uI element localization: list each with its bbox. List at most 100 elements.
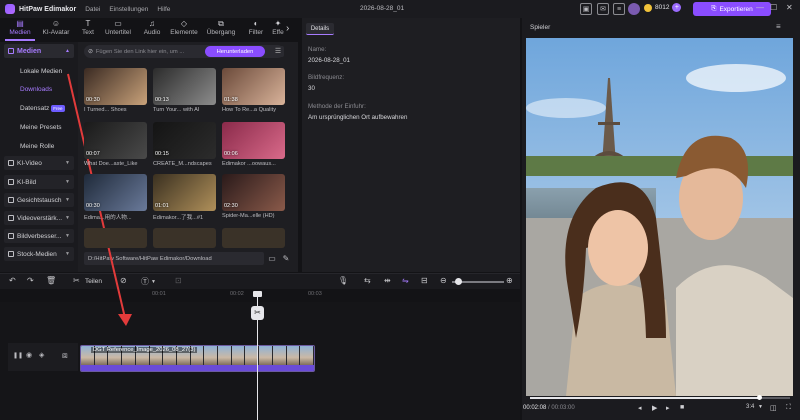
- detail-framerate-value: 30: [308, 85, 315, 92]
- fit-timeline-icon[interactable]: ⊟: [421, 276, 428, 285]
- menu-file[interactable]: Datei: [85, 6, 100, 13]
- link-clips-icon[interactable]: ⇆: [364, 276, 371, 285]
- ruler-tick-label: 00:03: [308, 291, 322, 297]
- thumbnail-duration: 00:06: [224, 151, 238, 157]
- clip-audio-bar: [81, 365, 314, 371]
- media-thumbnail[interactable]: 00:30: [84, 68, 147, 105]
- audio-mute-icon[interactable]: ◈: [39, 351, 44, 359]
- sidebar-item-local-media[interactable]: Lokale Medien: [20, 65, 62, 77]
- detail-import-label: Methode der Einfuhr:: [308, 103, 366, 110]
- stop-icon[interactable]: ■: [680, 404, 684, 411]
- text-to-speech-icon[interactable]: Ⓣ: [141, 276, 149, 287]
- thumbnail-caption: What Doe...aste_Like: [84, 161, 138, 167]
- thumbnail-duration: 01:38: [224, 97, 238, 103]
- media-thumbnail[interactable]: 02:30: [222, 174, 285, 211]
- credits-count: 8012: [655, 4, 670, 11]
- menu-help[interactable]: Hilfe: [157, 6, 170, 13]
- tab-subtitles[interactable]: ▭ Untertitel: [100, 18, 136, 40]
- media-thumbnail[interactable]: 01:01: [153, 174, 216, 211]
- magnet-icon[interactable]: ⇋: [402, 276, 409, 285]
- tab-media[interactable]: ▤ Medien: [2, 18, 38, 40]
- thumbnail-caption: Spider-Ma...elle (HD): [222, 213, 275, 219]
- add-credits-button[interactable]: +: [672, 3, 682, 12]
- coin-icon: [644, 3, 652, 12]
- sidebar-header-label: Medien: [17, 47, 42, 55]
- media-thumbnail[interactable]: 00:07: [84, 122, 147, 159]
- detail-framerate-label: Bildfrequenz:: [308, 74, 345, 81]
- sidebar-header-media[interactable]: Medien ▲: [4, 44, 74, 58]
- sidebar-item-my-role[interactable]: Meine Rolle: [20, 140, 54, 152]
- playhead-handle[interactable]: [253, 291, 262, 297]
- link-icon: ⊘: [88, 48, 93, 55]
- media-thumbnail[interactable]: 01:38: [222, 68, 285, 105]
- snap-icon[interactable]: ⇹: [384, 276, 391, 285]
- media-thumbnail[interactable]: 00:15: [153, 122, 216, 159]
- thumbnail-caption: How To Re...a Quality: [222, 107, 276, 113]
- close-icon[interactable]: ✕: [786, 3, 793, 12]
- timeline-ruler[interactable]: [80, 290, 520, 302]
- media-thumbnail[interactable]: 00:06: [222, 122, 285, 159]
- tabs-next-chevron-icon[interactable]: ›: [286, 23, 289, 34]
- pause-track-icon[interactable]: ❚❚: [13, 352, 23, 359]
- thumbnail-duration: 01:01: [155, 203, 169, 209]
- tab-transition[interactable]: ⧉ Übergang: [203, 18, 239, 40]
- sidebar-group-label: Videoverstärk...: [17, 214, 63, 222]
- list-view-icon[interactable]: ☰: [272, 46, 284, 57]
- detail-name-value: 2026-08-28_01: [308, 57, 350, 64]
- tab-audio[interactable]: ♫ Audio: [134, 18, 170, 40]
- thumbnail-caption: CREATE_M...ndscapes: [153, 161, 212, 167]
- menu-settings[interactable]: Einstellungen: [109, 6, 148, 13]
- media-thumbnail[interactable]: 00:13: [153, 68, 216, 105]
- media-thumbnail[interactable]: [153, 228, 216, 248]
- tab-details[interactable]: Details: [306, 23, 334, 35]
- mic-icon[interactable]: 🎙: [338, 276, 348, 285]
- cart-icon[interactable]: ▣: [580, 3, 592, 15]
- next-frame-icon[interactable]: ▸: [666, 404, 670, 412]
- clip-frame: [300, 346, 314, 367]
- fullscreen-icon[interactable]: ⛶: [786, 404, 791, 412]
- minimize-icon[interactable]: —: [756, 3, 764, 12]
- tab-ai-avatar-label: KI-Avatar: [42, 29, 70, 36]
- notes-icon[interactable]: ≡: [613, 3, 625, 15]
- media-thumbnail[interactable]: 00:30: [84, 174, 147, 211]
- detail-import-value: Am ursprünglichen Ort aufbewahren: [308, 114, 408, 121]
- timeline-clip[interactable]: DGT Reference_Image_2026_08_27(3): [80, 345, 315, 372]
- zoom-slider-handle[interactable]: [455, 278, 462, 285]
- tab-elements[interactable]: ◇ Elemente: [166, 18, 202, 40]
- play-icon[interactable]: ▶: [652, 404, 657, 412]
- video-enhancer-icon: [8, 215, 14, 221]
- edit-path-icon[interactable]: ✎: [281, 254, 291, 263]
- maximize-icon[interactable]: ☐: [770, 3, 777, 12]
- folder-open-icon[interactable]: ▭: [267, 254, 277, 263]
- tab-ai-avatar[interactable]: ☺ KI-Avatar: [38, 18, 74, 40]
- scrubber-handle[interactable]: [756, 395, 762, 400]
- player-menu-icon[interactable]: ≡: [776, 22, 781, 31]
- prev-frame-icon[interactable]: ◂: [638, 404, 642, 412]
- sidebar-item-my-presets[interactable]: Meine Presets: [20, 121, 62, 133]
- thumbnail-caption: Edimakor ...oowaus...: [222, 161, 276, 167]
- visibility-icon[interactable]: ◉: [26, 351, 32, 359]
- sidebar-group-label: KI-Bild: [17, 178, 37, 186]
- zoom-in-icon[interactable]: ⊕: [506, 276, 513, 285]
- time-display: 00:02:08 / 00:03:00: [523, 405, 575, 411]
- split-at-playhead-icon[interactable]: ✂: [251, 306, 264, 320]
- aspect-ratio-select[interactable]: 3:4: [746, 404, 754, 410]
- sidebar-item-downloads[interactable]: Downloads: [20, 83, 52, 95]
- redo-icon[interactable]: ↷: [27, 276, 34, 285]
- undo-icon[interactable]: ↶: [9, 276, 16, 285]
- delete-icon[interactable]: 🗑: [46, 276, 56, 285]
- user-avatar[interactable]: [628, 3, 640, 15]
- sidebar-item-label: Lokale Medien: [20, 67, 63, 75]
- sidebar-group-label: Bildverbesser...: [17, 232, 62, 240]
- media-thumbnail[interactable]: [222, 228, 285, 248]
- download-button[interactable]: Herunterladen: [205, 46, 265, 57]
- sidebar-item-dataset[interactable]: Datensatz Free: [20, 102, 65, 114]
- screenshot-icon[interactable]: ◫: [770, 404, 777, 412]
- zoom-out-icon[interactable]: ⊖: [440, 276, 447, 285]
- link-placeholder: Fügen Sie den Link hier ein, um ...: [95, 48, 185, 55]
- sidebar-item-label: Meine Presets: [20, 123, 62, 131]
- image-enhancer-icon: [8, 233, 14, 239]
- mail-icon[interactable]: ✉: [597, 3, 609, 15]
- preview-frame[interactable]: [526, 38, 793, 396]
- media-thumbnail[interactable]: [84, 228, 147, 248]
